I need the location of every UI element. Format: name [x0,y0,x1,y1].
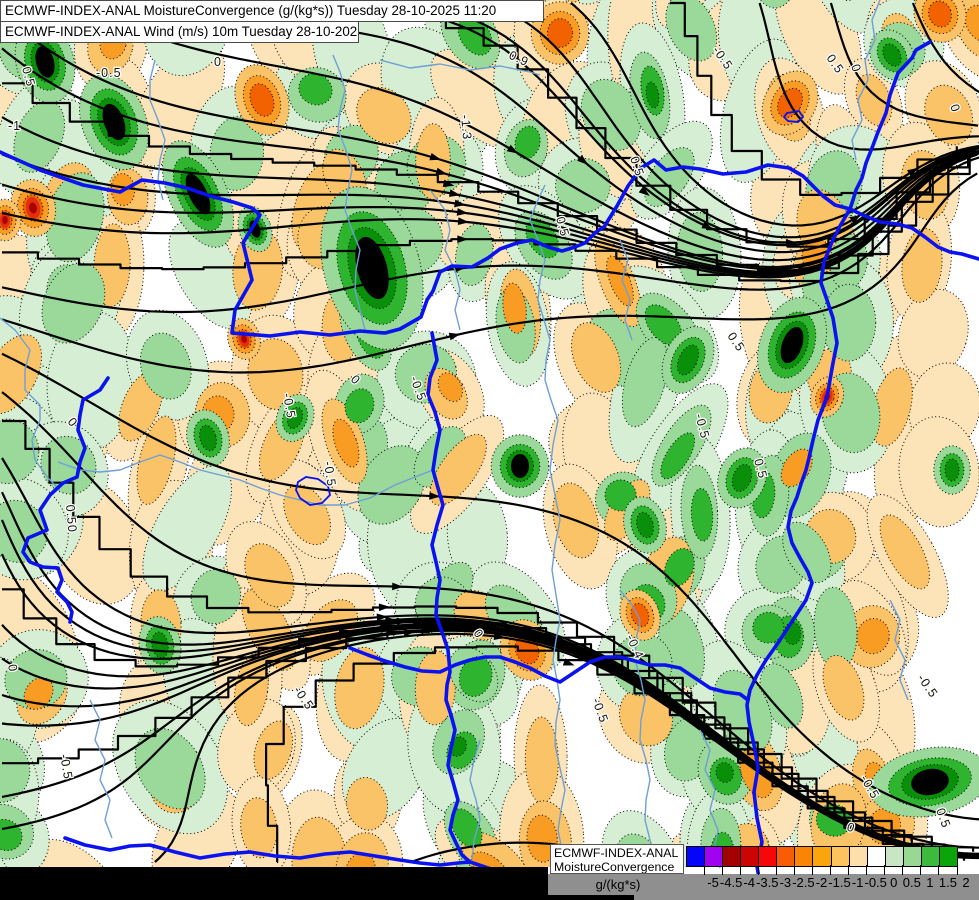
contour-label: -0.5 [57,753,75,781]
legend-swatch [938,846,959,867]
contour-label: -0.5 [291,684,317,713]
contour-label: -0.5 [915,672,941,701]
contour-label: 0.50 [63,504,79,533]
legend-tick [830,865,832,875]
legend-swatch [722,846,742,867]
legend-title-line2: MoistureConvergence [554,860,675,874]
bottom-black-bar [0,867,548,900]
legend-swatch [758,846,778,867]
contour-label: -0.5 [96,66,122,80]
contour-label: -1.3 [458,114,474,141]
legend-swatch [740,846,760,867]
legend-swatch [686,846,706,867]
legend-swatch [884,846,904,867]
legend-swatch [830,846,850,867]
legend-tick [938,865,940,875]
legend-tick [703,865,705,875]
legend-tick [739,865,741,875]
contour-label: 0 [214,55,222,69]
legend-title-box: ECMWF-INDEX-ANAL MoistureConvergence [550,844,684,874]
legend-tick-label: 2 [962,875,970,890]
legend-swatch [812,846,832,867]
legend-tick [920,865,922,875]
legend-swatch [848,846,868,867]
legend-units: g/(kg*s) [595,877,641,892]
legend-tick [775,865,777,875]
legend-tick [811,865,813,875]
weather-map-viewer: -0.5 0.5 0 -1 -0.5 0.5 0 0 0.5 0.5 0 0.50 -0.5 -0.5 -0… [0,0,979,900]
contour-label: -1 [8,119,21,133]
legend-tick [848,865,850,875]
legend-tick [884,865,886,875]
legend-swatch [794,846,814,867]
legend-tick [956,865,958,875]
legend-swatch [902,846,922,867]
legend-swatch [704,846,724,867]
legend-tick [902,865,904,875]
legend-black-strip [548,895,634,900]
legend-swatch [776,846,796,867]
legend-tick [866,865,868,875]
map-title-moisture-convergence: ECMWF-INDEX-ANAL MoistureConvergence (g/… [0,0,544,22]
legend-title-line1: ECMWF-INDEX-ANAL [554,846,679,860]
legend-tick [757,865,759,875]
legend-tick [721,865,723,875]
legend-swatch [866,846,886,867]
map-title-wind: ECMWF-INDEX-ANAL Wind (m/s) 10m Tuesday … [0,21,359,43]
legend-tick [793,865,795,875]
weather-map-canvas: -0.50.50-1-0.5 0.5 000.50.500.50-0.5-0.5-0… [0,0,979,900]
legend-swatch [920,846,940,867]
